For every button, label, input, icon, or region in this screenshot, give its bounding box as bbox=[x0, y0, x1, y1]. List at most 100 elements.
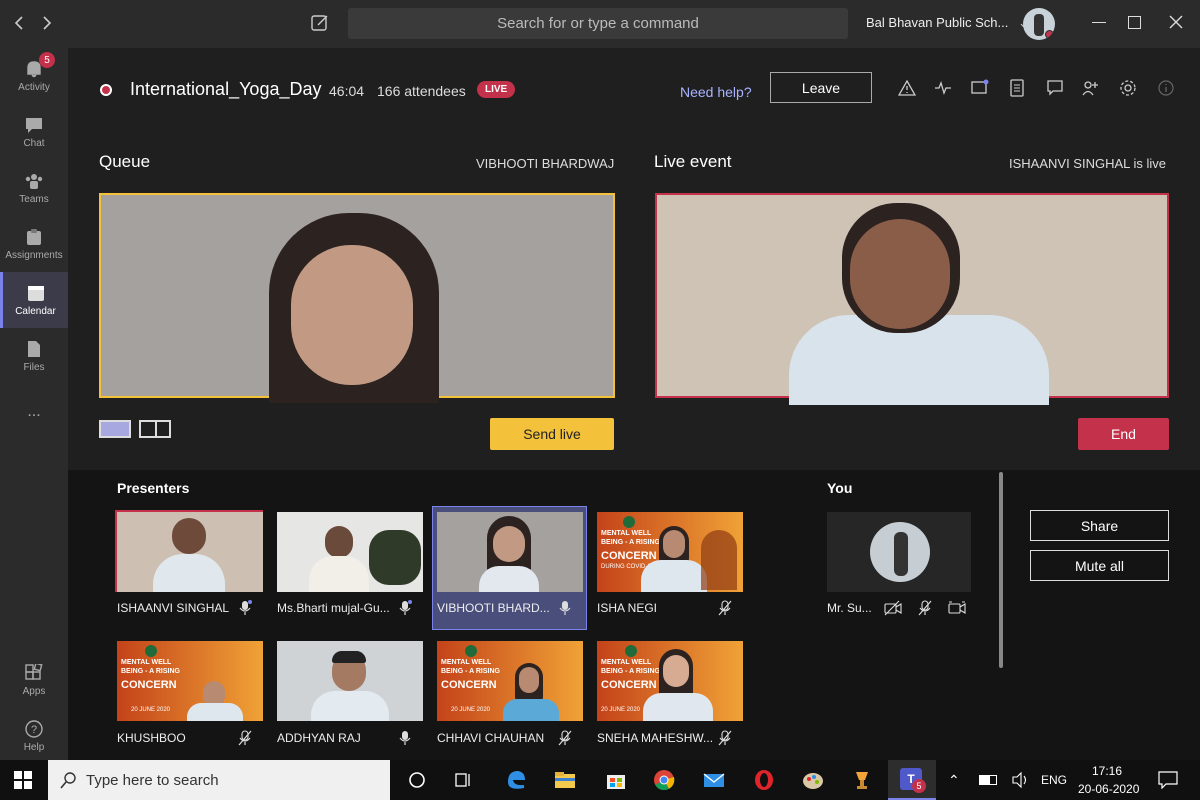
mic-on-icon[interactable] bbox=[398, 600, 412, 616]
presenter-face bbox=[291, 245, 413, 385]
presenter-video[interactable] bbox=[277, 512, 423, 592]
forward-icon[interactable] bbox=[36, 12, 58, 34]
send-live-button[interactable]: Send live bbox=[490, 418, 614, 450]
avatar[interactable] bbox=[1023, 8, 1055, 40]
self-video[interactable] bbox=[827, 512, 971, 592]
taskbar-search-input[interactable]: Type here to search bbox=[48, 760, 390, 800]
mic-off-icon[interactable] bbox=[918, 600, 932, 616]
info-icon[interactable] bbox=[1157, 79, 1175, 97]
presenter-video[interactable]: MENTAL WELL BEING - A RISING CONCERN 20 … bbox=[437, 641, 583, 721]
tray-chevron-up-icon[interactable]: ⌃ bbox=[948, 772, 960, 789]
battery-icon[interactable] bbox=[979, 775, 997, 785]
participants-icon[interactable] bbox=[1082, 79, 1100, 97]
rail-item-files[interactable]: Files bbox=[0, 328, 68, 384]
mic-off-icon[interactable] bbox=[558, 730, 572, 746]
scrollbar[interactable] bbox=[999, 472, 1003, 668]
rail-item-teams[interactable]: Teams bbox=[0, 160, 68, 216]
presenter-video[interactable] bbox=[277, 641, 423, 721]
restore-icon[interactable] bbox=[1128, 16, 1141, 29]
edge-browser-icon[interactable] bbox=[504, 768, 528, 792]
cortana-icon[interactable] bbox=[405, 768, 429, 792]
rail-item-calendar[interactable]: Calendar bbox=[0, 272, 68, 328]
leave-button[interactable]: Leave bbox=[770, 72, 872, 103]
poster-line: MENTAL WELL bbox=[441, 659, 492, 666]
chrome-icon[interactable] bbox=[652, 768, 676, 792]
live-event-video[interactable] bbox=[655, 193, 1169, 405]
rail-item-assignments[interactable]: Assignments bbox=[0, 216, 68, 272]
meeting-title: International_Yoga_Day bbox=[130, 79, 322, 99]
presenter-name: ISHA NEGI bbox=[597, 601, 658, 615]
teams-badge: 5 bbox=[912, 779, 926, 793]
queue-video[interactable] bbox=[99, 193, 615, 403]
poster-line: MENTAL WELL bbox=[601, 530, 652, 537]
games-icon[interactable] bbox=[850, 768, 874, 792]
chat-icon bbox=[26, 117, 42, 133]
mic-off-icon[interactable] bbox=[238, 730, 252, 746]
split-layout-icon[interactable] bbox=[139, 420, 171, 438]
mail-icon[interactable] bbox=[702, 768, 726, 792]
mute-all-button[interactable]: Mute all bbox=[1030, 550, 1169, 581]
windows-start-icon[interactable] bbox=[14, 771, 32, 789]
single-layout-icon[interactable] bbox=[99, 420, 131, 438]
share-button[interactable]: Share bbox=[1030, 510, 1169, 541]
rail-label: Teams bbox=[19, 193, 49, 205]
school-logo-icon bbox=[145, 645, 157, 657]
language-indicator[interactable]: ENG bbox=[1041, 773, 1067, 787]
notifications-icon[interactable] bbox=[1158, 771, 1178, 794]
search-icon bbox=[60, 772, 76, 789]
end-button[interactable]: End bbox=[1078, 418, 1169, 450]
task-view-icon[interactable] bbox=[451, 768, 475, 792]
mic-off-icon[interactable] bbox=[718, 730, 732, 746]
mic-on-icon[interactable] bbox=[238, 600, 252, 616]
warning-icon[interactable] bbox=[898, 79, 916, 97]
presenter-name: VIBHOOTI BHARD... bbox=[437, 601, 550, 615]
rail-item-help[interactable]: ? Help bbox=[0, 708, 68, 764]
store-icon[interactable] bbox=[604, 768, 628, 792]
file-explorer-icon[interactable] bbox=[553, 768, 577, 792]
chat-icon[interactable] bbox=[1046, 79, 1064, 97]
minimize-icon[interactable] bbox=[1092, 22, 1106, 23]
presenter-name: KHUSHBOO bbox=[117, 731, 186, 745]
presenter-name: ADDHYAN RAJ bbox=[277, 731, 361, 745]
mic-on-icon[interactable] bbox=[558, 600, 572, 616]
share-screen-icon[interactable] bbox=[948, 600, 966, 616]
presenter-name: SNEHA MAHESHW... bbox=[597, 731, 713, 745]
rail-item-more[interactable]: ... bbox=[0, 384, 68, 440]
org-switcher[interactable]: Bal Bhavan Public Sch... ⌄ bbox=[866, 15, 1029, 31]
clock-time[interactable]: 17:16 bbox=[1092, 764, 1122, 778]
compose-icon[interactable] bbox=[310, 13, 330, 33]
presenter-video[interactable]: MENTAL WELL BEING - A RISING CONCERN 20 … bbox=[117, 641, 263, 721]
mic-off-icon[interactable] bbox=[718, 600, 732, 616]
settings-gear-icon[interactable] bbox=[1119, 79, 1137, 97]
need-help-link[interactable]: Need help? bbox=[680, 84, 752, 100]
health-pulse-icon[interactable] bbox=[934, 79, 952, 97]
rail-item-activity[interactable]: Activity 5 bbox=[0, 48, 68, 104]
rail-label: Assignments bbox=[5, 249, 63, 261]
presenter-video[interactable]: MENTAL WELL BEING - A RISING CONCERN 20 … bbox=[597, 641, 743, 721]
rail-item-chat[interactable]: Chat bbox=[0, 104, 68, 160]
rail-label: Help bbox=[23, 741, 45, 753]
presenter-video[interactable] bbox=[117, 512, 263, 592]
close-icon[interactable] bbox=[1166, 12, 1186, 32]
qna-icon[interactable] bbox=[971, 79, 989, 97]
presenter-face bbox=[850, 219, 950, 329]
camera-off-icon[interactable] bbox=[884, 600, 902, 616]
paint-icon[interactable] bbox=[801, 768, 825, 792]
more-icon: ... bbox=[27, 403, 41, 420]
opera-icon[interactable] bbox=[752, 768, 776, 792]
teams-taskbar-button[interactable]: T 5 bbox=[888, 760, 936, 800]
back-icon[interactable] bbox=[8, 12, 30, 34]
rail-item-apps[interactable]: Apps bbox=[0, 652, 68, 708]
notes-icon[interactable] bbox=[1008, 79, 1026, 97]
rail-label: Calendar bbox=[15, 305, 56, 317]
presenter-video[interactable]: MENTAL WELL BEING - A RISING CONCERN DUR… bbox=[597, 512, 743, 592]
poster-line: BEING - A RISING bbox=[601, 668, 660, 675]
presenter-video[interactable] bbox=[437, 512, 583, 592]
live-event-label: Live event bbox=[654, 152, 732, 171]
presenter-name: ISHAANVI SINGHAL bbox=[117, 601, 230, 615]
clock-date[interactable]: 20-06-2020 bbox=[1078, 782, 1139, 796]
svg-text:?: ? bbox=[31, 724, 37, 736]
volume-icon[interactable] bbox=[1011, 771, 1029, 793]
command-search-input[interactable]: Search for or type a command bbox=[348, 8, 848, 39]
mic-on-icon[interactable] bbox=[398, 730, 412, 746]
